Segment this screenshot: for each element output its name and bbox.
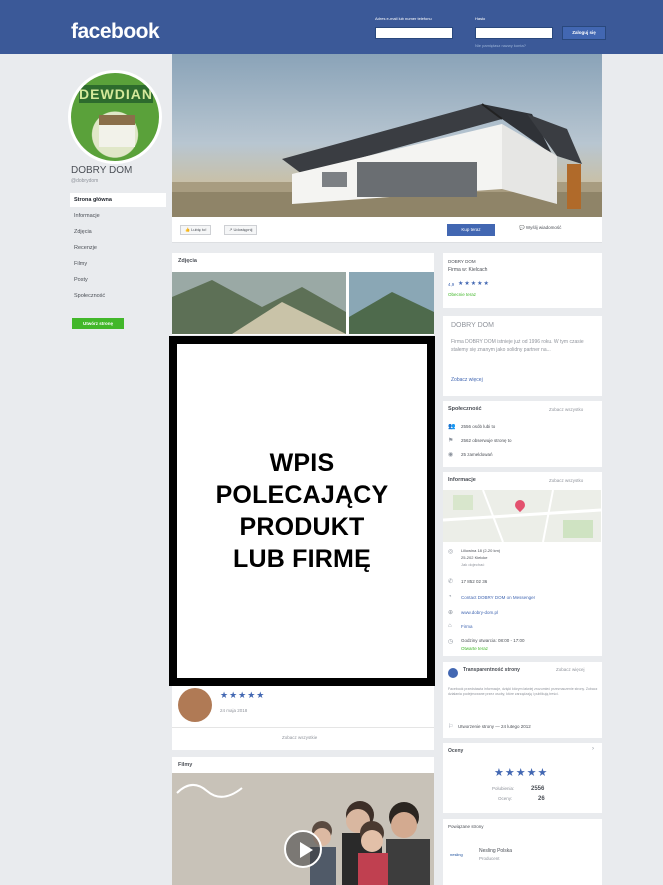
clock-icon: ◷ — [448, 639, 454, 645]
create-page-button[interactable]: Utwórz stronę — [72, 318, 124, 329]
banner-line-4: LUB FIRMĘ — [233, 545, 371, 573]
send-message-button[interactable]: 💬 Wyślij wiadomość — [519, 225, 561, 231]
phone-icon: ✆ — [448, 579, 454, 585]
tag-icon: ⌂ — [448, 623, 452, 629]
play-icon[interactable] — [284, 830, 322, 868]
nav-item-home[interactable]: Strona główna — [70, 193, 166, 207]
share-button[interactable]: ↗ Udostępnij — [224, 225, 258, 235]
category-link[interactable]: Firma — [461, 624, 473, 629]
open-now-status: Otwarte teraz — [461, 646, 489, 651]
about-name[interactable]: DOBRY DOM — [448, 259, 476, 264]
cover-photo[interactable] — [172, 54, 602, 217]
follow-icon: ⚑ — [448, 438, 454, 444]
films-title[interactable]: Filmy — [178, 762, 192, 768]
nav-item-info[interactable]: Informacje — [70, 209, 166, 223]
reviewer-avatar[interactable] — [178, 688, 212, 722]
transparency-text: Facebook przedstawia informacje, dzięki … — [448, 687, 598, 696]
messenger-icon: 💬 — [519, 225, 525, 230]
description-title: DOBRY DOM — [451, 322, 494, 329]
password-input[interactable] — [475, 27, 553, 39]
password-label: Hasło — [475, 16, 486, 21]
video-thumbnail[interactable] — [172, 773, 434, 885]
review-stars: ★★★★★ — [220, 690, 266, 700]
likes-count-label: Polubienia: — [492, 786, 515, 791]
messenger-icon: ◔ — [448, 594, 452, 600]
see-all-reviews-link[interactable]: Zobacz wszystkie — [282, 735, 317, 740]
facebook-f-icon — [448, 668, 458, 678]
nav-item-photos[interactable]: Zdjęcia — [70, 225, 166, 239]
ratings-stars: ★★★★★ — [494, 767, 549, 779]
email-input[interactable] — [375, 27, 453, 39]
facebook-logo[interactable]: facebook — [71, 20, 160, 44]
nav-item-community[interactable]: Społeczność — [70, 289, 166, 303]
review-card — [172, 686, 434, 750]
films-card-header — [172, 757, 434, 773]
description-text: Firma DOBRY DOM istnieje już od 1996 rok… — [451, 339, 584, 353]
website-link[interactable]: www.dobry-dom.pl — [461, 610, 498, 615]
ratings-title: Oceny — [448, 748, 464, 754]
flag-icon: ⚐ — [448, 724, 454, 730]
checkin-icon: ◉ — [448, 452, 454, 458]
nav-item-videos[interactable]: Filmy — [70, 257, 166, 271]
see-more-link[interactable]: Zobacz więcej — [451, 377, 483, 383]
directions-link[interactable]: Jak dojechać — [461, 562, 484, 567]
recommendation-banner: WPIS POLECAJĄCY PRODUKT LUB FIRMĘ — [169, 336, 435, 686]
transparency-see-more[interactable]: Zobacz więcej — [556, 667, 585, 672]
about-status: Obecnie teraz — [448, 292, 477, 297]
info-title: Informacje — [448, 477, 476, 483]
house-image — [99, 115, 135, 147]
page-created-date: Utworzenie strony — 24 lutego 2012 — [458, 724, 531, 729]
community-title: Społeczność — [448, 406, 482, 412]
community-item-likes: 2556 osób lubi to — [461, 424, 496, 429]
chevron-right-icon[interactable]: › — [592, 746, 594, 752]
magazine-masthead: DEWDIAN — [79, 85, 153, 103]
address-line-2: 25-202 Kielcke — [461, 555, 488, 560]
opening-hours: Godziny otwarcia: 08:00 - 17:00 — [461, 638, 525, 643]
globe-icon: ⊕ — [448, 610, 454, 616]
location-map[interactable] — [443, 490, 601, 542]
map-roads — [443, 490, 601, 542]
ratings-count-label: Oceny: — [498, 796, 513, 801]
messenger-contact-link[interactable]: Contact DOBRY DOM on Messenger — [461, 595, 535, 600]
banner-line-3: PRODUKT — [239, 513, 365, 541]
page-name[interactable]: DOBRY DOM — [71, 165, 132, 176]
about-stars: ★★★★★ — [458, 281, 490, 287]
banner-line-1: WPIS — [269, 449, 335, 477]
buy-now-button[interactable]: Kup teraz — [447, 224, 495, 236]
like-button[interactable]: 👍 Lubię to! — [180, 225, 212, 235]
likes-count: 2556 — [531, 786, 545, 792]
info-see-all-link[interactable]: Zobacz wszystko — [549, 478, 583, 483]
about-category: Firma w: Kielcach — [448, 267, 488, 273]
location-icon: ◎ — [448, 549, 454, 555]
community-item-checkins: 25 zameldowań — [461, 452, 493, 457]
related-page-category: Producent — [479, 856, 500, 861]
ratings-count: 26 — [538, 796, 545, 802]
nesling-logo[interactable]: nesling — [450, 852, 463, 857]
related-page-name[interactable]: Nesling Polska — [479, 848, 512, 854]
transparency-title: Transparentność strony — [463, 667, 520, 673]
users-icon: 👥 — [448, 424, 456, 430]
community-see-all-link[interactable]: Zobacz wszystko — [549, 407, 583, 412]
address-line-1: Liliowina 18 (2-20 km) — [461, 548, 501, 553]
forgot-account-link[interactable]: Nie pamiętasz nazwy konta? — [475, 43, 526, 48]
review-divider — [172, 727, 434, 728]
photo-grid[interactable] — [172, 272, 434, 334]
review-date: 24 maja 2018 — [220, 708, 248, 713]
related-pages-title: Powiązane strony — [448, 824, 484, 829]
house-illustration — [172, 103, 602, 217]
about-rating-value: 4,9 — [448, 282, 455, 287]
email-label: Adres e-mail lub numer telefonu — [375, 16, 432, 21]
phone-number[interactable]: 17 852 02 36 — [461, 579, 487, 584]
community-item-follows: 2562 obserwuje stronę to — [461, 438, 512, 443]
mountain-photos — [172, 272, 434, 334]
page-handle: @dobrydom — [71, 178, 99, 184]
login-button[interactable]: Zaloguj się — [562, 26, 606, 40]
nav-item-reviews[interactable]: Recenzje — [70, 241, 166, 255]
video-frame — [172, 773, 434, 885]
photos-title[interactable]: Zdjęcia — [178, 258, 197, 264]
profile-avatar[interactable]: DEWDIAN — [68, 70, 162, 164]
nav-item-posts[interactable]: Posty — [70, 273, 166, 287]
banner-line-2: POLECAJĄCY — [215, 481, 389, 509]
